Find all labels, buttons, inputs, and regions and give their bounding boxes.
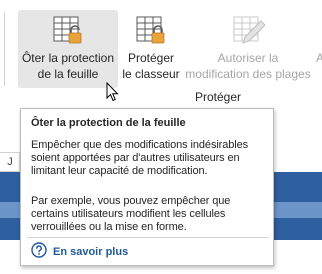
help-icon (31, 241, 47, 263)
allow-edit-ranges-label-line2: modification des plages (185, 67, 311, 81)
screentip: Ôter la protection de la feuille Empêche… (20, 108, 274, 266)
allow-edit-ranges-label-line1: Autoriser la (217, 51, 279, 65)
group-label-proteger: Protéger (194, 90, 242, 104)
unprotect-sheet-label-line1: Ôter la protection (21, 51, 115, 65)
sheet-band (274, 218, 322, 240)
cutoff-icon (314, 14, 322, 48)
protect-workbook-label-line1: Protéger (127, 51, 175, 65)
cutoff-ribbon-button[interactable]: A (314, 10, 322, 88)
ribbon-separator (4, 12, 5, 86)
allow-edit-ranges-button[interactable]: Autoriser la modification des plages (182, 10, 314, 88)
unprotect-sheet-label-line2: de la feuille (37, 67, 99, 81)
learn-more-label: En savoir plus (53, 246, 129, 258)
screentip-example: Par exemple, vous pouvez empêcher que ce… (31, 195, 231, 233)
workbook-lock-icon (131, 14, 171, 48)
screentip-title: Ôter la protection de la feuille (31, 117, 186, 129)
unprotect-sheet-button[interactable]: Ôter la protection de la feuille (18, 10, 118, 88)
sheet-band (274, 172, 322, 202)
column-header-divider (0, 152, 20, 172)
sheet-band (274, 202, 322, 218)
sheet-band (0, 202, 20, 218)
sheet-unlock-icon (48, 14, 88, 48)
sheet-band (0, 172, 20, 202)
mouse-pointer-icon (106, 81, 120, 102)
ribbon: Ôter la protection de la feuille Protége… (0, 0, 322, 108)
protect-workbook-button[interactable]: Protéger le classeur (122, 10, 180, 88)
allow-edit-ranges-icon (228, 14, 268, 48)
screentip-description: Empêcher que des modifications indésirab… (31, 139, 249, 177)
protect-workbook-label-line2: le classeur (122, 67, 180, 81)
learn-more-link[interactable]: En savoir plus (31, 241, 129, 263)
cutoff-label: A (315, 51, 322, 65)
screentip-divider (27, 237, 269, 238)
sheet-band (0, 218, 20, 240)
